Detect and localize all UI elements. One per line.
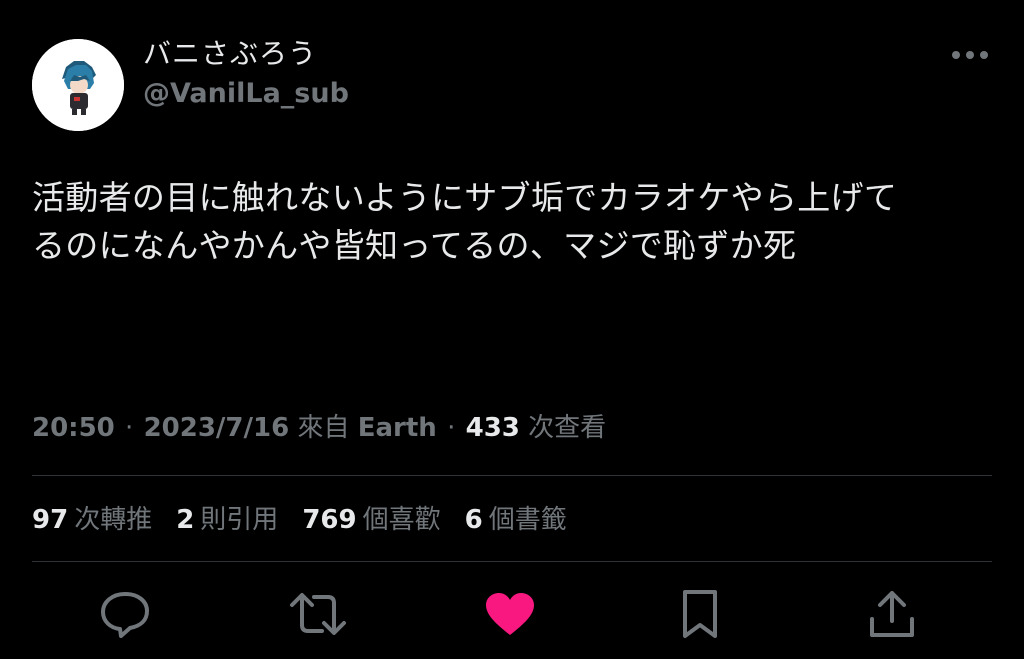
stat-label: 個喜歡	[362, 505, 441, 535]
heart-filled-icon[interactable]	[480, 584, 540, 644]
likes-stat[interactable]: 769 個喜歡	[302, 500, 440, 540]
stat-label: 個書籤	[488, 505, 567, 535]
tweet-text-line: 活動者の目に触れないようにサブ垢でカラオケやら上げて	[32, 178, 898, 217]
source-prefix: 來自	[297, 413, 350, 443]
avatar-image	[32, 39, 124, 131]
user-handle[interactable]: @VanilLa_sub	[143, 74, 349, 114]
stat-count: 6	[464, 505, 483, 535]
stat-count: 769	[302, 505, 357, 535]
views-count[interactable]: 433	[466, 413, 520, 443]
stat-count: 2	[176, 505, 195, 535]
bookmarks-stat[interactable]: 6 個書籤	[465, 500, 567, 540]
retweets-stat[interactable]: 97 次轉推	[32, 500, 152, 540]
tweet-date[interactable]: 2023/7/16	[144, 413, 290, 443]
tweet-header: バニさぶろう @VanilLa_sub	[32, 32, 992, 131]
tweet-text-line: るのになんやかんや皆知ってるの、マジで恥ずか死	[32, 226, 797, 265]
stat-label: 則引用	[200, 505, 279, 535]
stat-label: 次轉推	[74, 505, 153, 535]
quotes-stat[interactable]: 2 則引用	[176, 500, 278, 540]
share-icon[interactable]	[862, 584, 922, 644]
retweet-icon[interactable]	[288, 584, 348, 644]
action-bar	[32, 584, 992, 644]
user-names: バニさぶろう @VanilLa_sub	[143, 34, 349, 114]
avatar[interactable]	[32, 39, 124, 131]
tweet-time[interactable]: 20:50	[32, 413, 115, 443]
tweet-source: Earth	[357, 413, 437, 443]
more-horizontal-icon[interactable]	[948, 40, 992, 70]
divider	[32, 475, 992, 476]
divider	[32, 561, 992, 562]
views-label: 次查看	[528, 413, 607, 443]
reply-icon[interactable]	[95, 584, 155, 644]
stats-row: 97 次轉推 2 則引用 769 個喜歡 6 個書籤	[32, 500, 567, 540]
stat-count: 97	[32, 505, 69, 535]
tweet-text: 活動者の目に触れないようにサブ垢でカラオケやら上げて るのになんやかんや皆知って…	[32, 174, 994, 270]
tweet-meta: 20:50 · 2023/7/16 來自 Earth · 433 次查看	[32, 408, 606, 448]
meta-separator: ·	[125, 413, 134, 443]
meta-separator: ·	[447, 413, 456, 443]
bookmark-icon[interactable]	[670, 584, 730, 644]
display-name[interactable]: バニさぶろう	[143, 34, 349, 74]
